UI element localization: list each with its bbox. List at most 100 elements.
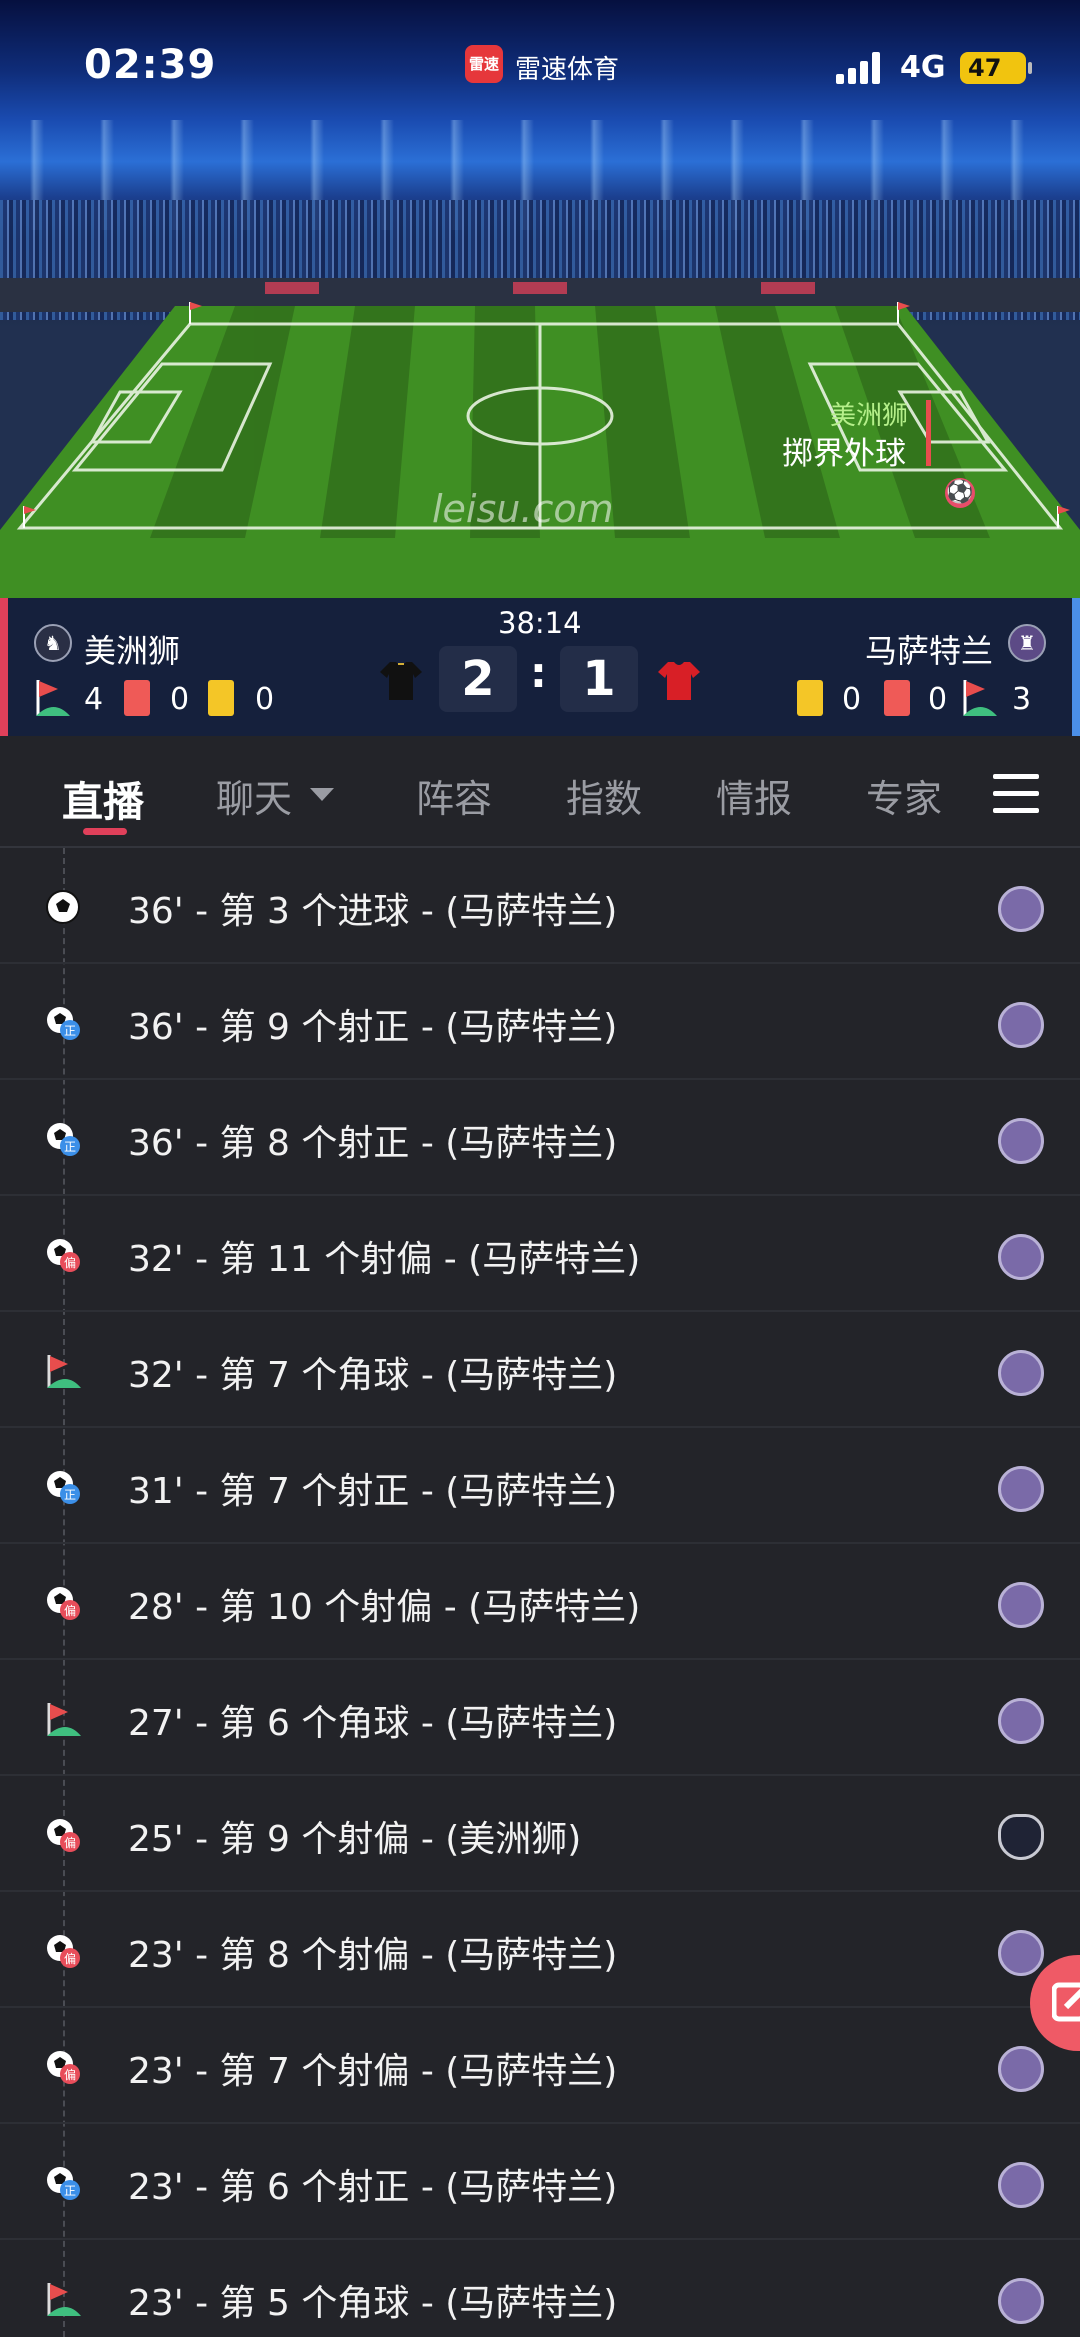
event-text: 27' - 第 6 个角球 - (马萨特兰)	[128, 1703, 618, 1744]
signal-strength-icon	[836, 52, 880, 84]
goal-icon	[44, 888, 82, 926]
away-team-logo-icon	[998, 1698, 1044, 1744]
away-team-logo-icon	[998, 1466, 1044, 1512]
match-clock: 38:14	[498, 606, 582, 640]
event-row[interactable]: 偏 23' - 第 8 个射偏 - (马萨特兰)	[0, 1892, 1080, 2008]
live-pitch-animation: 02:39 雷速 雷速体育 4G 47 美洲狮 掷界外球 ⚽ leisu.com	[0, 0, 1080, 598]
app-name: 雷速体育	[515, 55, 620, 85]
away-team-logo-icon	[998, 2162, 1044, 2208]
app-logo-icon: 雷速	[465, 45, 503, 83]
edit-icon	[1052, 1982, 1080, 2022]
svg-text:正: 正	[64, 1488, 76, 1502]
event-row[interactable]: 正 36' - 第 9 个射正 - (马萨特兰)	[0, 964, 1080, 1080]
pitch-event-marker	[926, 400, 931, 466]
corner-flag-icon	[36, 680, 70, 716]
shot-off-target-icon: 偏	[44, 1236, 82, 1274]
tab-bar: 直播 聊天 阵容 指数 情报 专家	[0, 736, 1080, 848]
score-separator: :	[530, 648, 547, 697]
shot-off-target-icon: 偏	[44, 2048, 82, 2086]
event-text: 31' - 第 7 个射正 - (马萨特兰)	[128, 1471, 618, 1512]
home-corners: 4	[84, 682, 104, 717]
away-team-logo-icon	[998, 2278, 1044, 2324]
live-event-timeline: 36' - 第 3 个进球 - (马萨特兰) 正 36' - 第 9 个射正 - (…	[0, 848, 1080, 2337]
shot-on-target-icon: 正	[44, 1468, 82, 1506]
tab-experts[interactable]: 专家	[866, 768, 942, 823]
home-team-logo-icon[interactable]: ♞	[34, 624, 72, 662]
event-row[interactable]: 32' - 第 7 个角球 - (马萨特兰)	[0, 1312, 1080, 1428]
home-team-logo-icon	[998, 1814, 1044, 1860]
home-red-cards: 0	[170, 682, 190, 717]
away-red-cards: 0	[928, 682, 948, 717]
soccer-ball-icon: ⚽	[945, 478, 975, 508]
event-row[interactable]: 正 23' - 第 6 个射正 - (马萨特兰)	[0, 2124, 1080, 2240]
home-team-name[interactable]: 美洲狮	[84, 626, 180, 672]
event-row[interactable]: 正 36' - 第 8 个射正 - (马萨特兰)	[0, 1080, 1080, 1196]
pitch-graphic	[0, 282, 1080, 598]
event-row[interactable]: 正 31' - 第 7 个射正 - (马萨特兰)	[0, 1428, 1080, 1544]
svg-text:偏: 偏	[64, 2067, 76, 2082]
pitch-event-text: 掷界外球	[782, 436, 906, 472]
svg-text:偏: 偏	[64, 1603, 76, 1618]
event-text: 32' - 第 7 个角球 - (马萨特兰)	[128, 1355, 618, 1396]
tab-chat[interactable]: 聊天	[216, 768, 292, 823]
event-row[interactable]: 27' - 第 6 个角球 - (马萨特兰)	[0, 1660, 1080, 1776]
event-text: 36' - 第 9 个射正 - (马萨特兰)	[128, 1007, 618, 1048]
event-row[interactable]: 23' - 第 5 个角球 - (马萨特兰)	[0, 2240, 1080, 2337]
away-team-logo-icon	[998, 1002, 1044, 1048]
svg-text:偏: 偏	[64, 1951, 76, 1966]
tab-live[interactable]: 直播	[62, 768, 144, 828]
menu-icon[interactable]	[993, 774, 1039, 814]
status-time: 02:39	[84, 42, 217, 88]
event-row[interactable]: 偏 25' - 第 9 个射偏 - (美洲狮)	[0, 1776, 1080, 1892]
home-yellow-cards: 0	[255, 682, 275, 717]
shot-on-target-icon: 正	[44, 2164, 82, 2202]
yellow-card-icon	[797, 680, 823, 716]
score-bar: ♞ 美洲狮 4 0 0 38:14 2 : 1 马萨特兰 ♜ 0 0 3	[0, 598, 1080, 736]
event-row[interactable]: 偏 28' - 第 10 个射偏 - (马萨特兰)	[0, 1544, 1080, 1660]
active-tab-indicator	[83, 828, 127, 835]
home-score: 2	[439, 646, 517, 712]
battery-level: 47	[968, 54, 1002, 82]
svg-text:正: 正	[64, 2184, 76, 2198]
away-color-stripe	[1072, 598, 1080, 736]
event-text: 23' - 第 8 个射偏 - (马萨特兰)	[128, 1935, 618, 1976]
corner-flag-icon	[44, 1352, 82, 1390]
battery-icon: 47	[960, 52, 1032, 84]
corner-flag-icon	[963, 680, 997, 716]
chevron-down-icon[interactable]	[310, 788, 334, 801]
away-team-logo-icon[interactable]: ♜	[1008, 624, 1046, 662]
shot-on-target-icon: 正	[44, 1120, 82, 1158]
svg-text:偏: 偏	[64, 1255, 76, 1270]
red-card-icon	[124, 680, 150, 716]
away-team-logo-icon	[998, 2046, 1044, 2092]
watermark: leisu.com	[432, 487, 614, 531]
pitch-event-team: 美洲狮	[830, 401, 909, 431]
home-color-stripe	[0, 598, 8, 736]
event-text: 36' - 第 3 个进球 - (马萨特兰)	[128, 891, 618, 932]
status-bar: 02:39 雷速 雷速体育 4G 47	[0, 0, 1080, 130]
away-team-logo-icon	[998, 1930, 1044, 1976]
away-team-logo-icon	[998, 1350, 1044, 1396]
away-team-name[interactable]: 马萨特兰	[865, 626, 993, 672]
event-row[interactable]: 偏 32' - 第 11 个射偏 - (马萨特兰)	[0, 1196, 1080, 1312]
home-jersey-icon	[380, 662, 422, 700]
shot-on-target-icon: 正	[44, 1004, 82, 1042]
yellow-card-icon	[208, 680, 234, 716]
shot-off-target-icon: 偏	[44, 1932, 82, 1970]
event-row[interactable]: 36' - 第 3 个进球 - (马萨特兰)	[0, 848, 1080, 964]
tab-intel[interactable]: 情报	[716, 768, 792, 823]
network-type: 4G	[900, 50, 946, 85]
red-card-icon	[884, 680, 910, 716]
away-team-logo-icon	[998, 1118, 1044, 1164]
tab-lineup[interactable]: 阵容	[416, 768, 492, 823]
corner-flag-icon	[44, 1700, 82, 1738]
shot-off-target-icon: 偏	[44, 1584, 82, 1622]
away-corners: 3	[1012, 682, 1032, 717]
away-jersey-icon	[658, 662, 700, 700]
event-text: 28' - 第 10 个射偏 - (马萨特兰)	[128, 1587, 641, 1628]
corner-flag-icon	[44, 2280, 82, 2318]
tab-odds[interactable]: 指数	[566, 768, 642, 823]
away-score: 1	[560, 646, 638, 712]
svg-text:偏: 偏	[64, 1835, 76, 1850]
event-row[interactable]: 偏 23' - 第 7 个射偏 - (马萨特兰)	[0, 2008, 1080, 2124]
